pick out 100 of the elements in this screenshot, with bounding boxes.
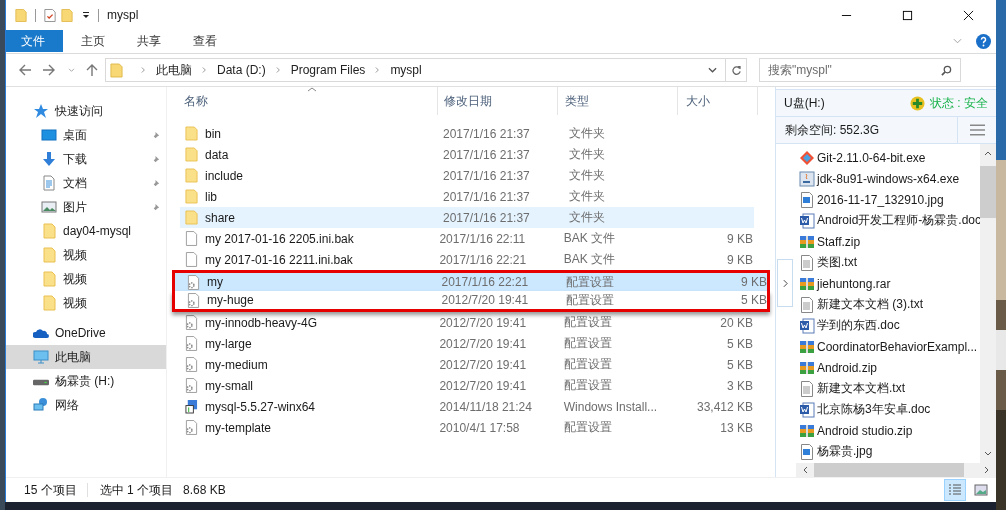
scrollbar-thumb[interactable]	[980, 166, 996, 218]
column-header[interactable]: 大小	[678, 87, 758, 115]
pin-icon[interactable]	[151, 130, 160, 140]
nav-label: day04-mysql	[63, 224, 132, 238]
usb-file-item[interactable]: Android.zip	[799, 357, 980, 378]
ribbon-tab[interactable]: 文件	[6, 30, 63, 52]
address-bar[interactable]: 此电脑 Data (D:) Program Files myspl	[105, 58, 747, 82]
horizontal-scrollbar[interactable]	[796, 463, 996, 477]
usb-file-item[interactable]: Android studio.zip	[799, 420, 980, 441]
pin-icon[interactable]	[151, 178, 160, 188]
file-row[interactable]: my-medium 2012/7/20 19:41 配置设置 5 KB	[180, 354, 754, 375]
usb-file-item[interactable]: Android开发工程师-杨霖贵.doc	[799, 210, 980, 231]
scroll-down-icon[interactable]	[984, 451, 992, 457]
checklist-icon[interactable]	[44, 7, 56, 23]
search-icon[interactable]	[941, 64, 952, 76]
nav-item[interactable]: 视频	[6, 267, 166, 291]
nav-item[interactable]: day04-mysql	[6, 219, 166, 243]
nav-item[interactable]: 下载	[6, 147, 166, 171]
usb-file-item[interactable]: jdk-8u91-windows-x64.exe	[799, 168, 980, 189]
details-view-button[interactable]	[944, 479, 966, 501]
vertical-scrollbar[interactable]	[980, 144, 996, 463]
usb-file-item[interactable]: 新建文本文档.txt	[799, 378, 980, 399]
folder-icon[interactable]	[61, 7, 73, 23]
dropdown-icon[interactable]	[708, 67, 717, 73]
file-row[interactable]: my-huge 2012/7/20 19:41 配置设置 5 KB	[172, 291, 770, 312]
chevron-right-icon[interactable]	[275, 66, 281, 74]
chevron-right-icon[interactable]	[141, 66, 146, 74]
help-icon[interactable]	[976, 33, 991, 49]
chevron-right-icon[interactable]	[782, 278, 788, 288]
down-arrow-icon	[41, 151, 57, 167]
column-header[interactable]: 类型	[558, 87, 678, 115]
maximize-icon[interactable]	[902, 9, 913, 21]
file-row[interactable]: share 2017/1/16 21:37 文件夹	[180, 207, 754, 228]
chevron-right-icon[interactable]	[375, 66, 381, 74]
file-row[interactable]: my 2017-01-16 2211.ini.bak 2017/1/16 22:21 BAK 文件 9 KB	[180, 249, 754, 270]
image-view-icon[interactable]	[974, 484, 988, 496]
pin-icon[interactable]	[151, 154, 160, 164]
archive-icon	[799, 275, 815, 292]
close-icon[interactable]	[963, 9, 974, 21]
caret-icon[interactable]	[82, 11, 90, 19]
chevron-right-icon[interactable]	[202, 66, 207, 74]
column-header[interactable]: 修改日期	[438, 87, 558, 115]
nav-item[interactable]: 图片	[6, 195, 166, 219]
file-row[interactable]: include 2017/1/16 21:37 文件夹	[180, 165, 754, 186]
usb-file-item[interactable]: 杨霖贵.jpg	[799, 441, 980, 462]
nav-item[interactable]: 网络	[6, 393, 166, 417]
menu-icon[interactable]	[969, 124, 985, 136]
nav-item[interactable]: 桌面	[6, 123, 166, 147]
details-view-icon[interactable]	[948, 484, 962, 496]
file-row[interactable]: mysql-5.5.27-winx64 2014/11/18 21:24 Windows Install... 33,412 KB	[180, 396, 754, 417]
file-name: my	[207, 275, 223, 289]
usb-file-item[interactable]: 新建文本文档 (3).txt	[799, 294, 980, 315]
scroll-left-icon[interactable]	[802, 466, 808, 474]
file-row[interactable]: lib 2017/1/16 21:37 文件夹	[180, 186, 754, 207]
scroll-up-icon[interactable]	[984, 150, 992, 156]
nav-item[interactable]: OneDrive	[6, 321, 166, 345]
file-row[interactable]: my-small 2012/7/20 19:41 配置设置 3 KB	[180, 375, 754, 396]
ribbon-tab[interactable]: 查看	[181, 30, 231, 52]
refresh-icon[interactable]	[730, 64, 742, 76]
file-row[interactable]: my 2017-01-16 2205.ini.bak 2017/1/16 22:11 BAK 文件 9 KB	[180, 228, 754, 249]
usb-file-item[interactable]: 2016-11-17_132910.jpg	[799, 189, 980, 210]
usb-file-item[interactable]: 学到的东西.doc	[799, 315, 980, 336]
nav-item[interactable]: 快速访问	[6, 99, 166, 123]
ribbon-tab[interactable]: 主页	[69, 30, 119, 52]
search-field[interactable]: 搜索"myspl"	[759, 58, 961, 82]
file-row[interactable]: my 2017/1/16 22:21 配置设置 9 KB	[172, 270, 770, 291]
picture-icon	[41, 199, 57, 215]
nav-item[interactable]: 杨霖贵 (H:)	[6, 369, 166, 393]
usb-file-item[interactable]: Staff.zip	[799, 231, 980, 252]
table-cell-text: 13 KB	[719, 420, 753, 435]
file-row[interactable]: my-large 2012/7/20 19:41 配置设置 5 KB	[180, 333, 754, 354]
file-row[interactable]: my-template 2010/4/1 17:58 配置设置 13 KB	[180, 417, 754, 438]
nav-item[interactable]: 此电脑	[6, 345, 166, 369]
ribbon-tab[interactable]: 共享	[125, 30, 175, 52]
scrollbar-thumb[interactable]	[814, 463, 964, 477]
file-row[interactable]: my-innodb-heavy-4G 2012/7/20 19:41 配置设置 20 KB	[180, 312, 754, 333]
nav-item[interactable]: 视频	[6, 243, 166, 267]
breadcrumb[interactable]: Data (D:)	[217, 63, 266, 77]
scroll-right-icon[interactable]	[984, 466, 990, 474]
column-header[interactable]: 名称	[181, 87, 438, 115]
back-arrow-icon[interactable]	[18, 63, 32, 77]
folder-icon[interactable]	[15, 7, 27, 23]
usb-file-item[interactable]: 类图.txt	[799, 252, 980, 273]
pin-icon[interactable]	[151, 202, 160, 212]
usb-file-item[interactable]: Git-2.11.0-64-bit.exe	[799, 147, 980, 168]
usb-file-item[interactable]: 北京陈杨3年安卓.doc	[799, 399, 980, 420]
breadcrumb[interactable]: myspl	[390, 63, 422, 77]
sort-indicator-icon	[307, 87, 317, 92]
file-row[interactable]: bin 2017/1/16 21:37 文件夹	[180, 123, 754, 144]
breadcrumb[interactable]: 此电脑	[156, 61, 192, 79]
breadcrumb[interactable]: Program Files	[290, 63, 366, 77]
table-cell-text: 2017/1/16 21:37	[442, 168, 531, 183]
up-arrow-icon[interactable]	[85, 63, 99, 77]
chevron-icon[interactable]	[953, 38, 962, 44]
forward-arrow-icon[interactable]	[42, 63, 56, 77]
usb-file-item[interactable]: CoordinatorBehaviorExampl...	[799, 336, 980, 357]
nav-item[interactable]: 视频	[6, 291, 166, 315]
file-row[interactable]: data 2017/1/16 21:37 文件夹	[180, 144, 754, 165]
usb-file-item[interactable]: jiehuntong.rar	[799, 273, 980, 294]
nav-item[interactable]: 文档	[6, 171, 166, 195]
